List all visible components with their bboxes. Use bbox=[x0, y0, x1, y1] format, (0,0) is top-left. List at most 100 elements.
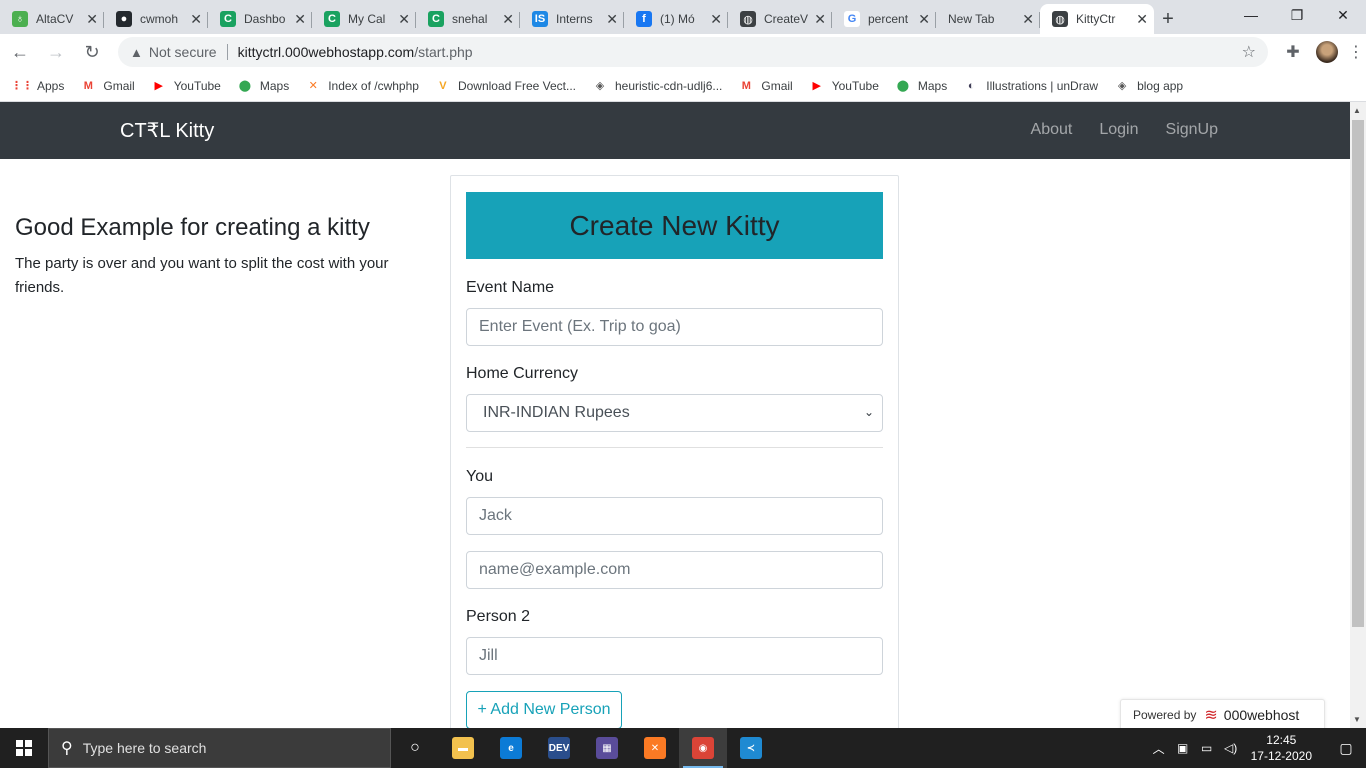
address-bar[interactable]: ▲ Not secure kittyctrl.000webhostapp.com… bbox=[118, 37, 1268, 67]
taskbar-search-placeholder: Type here to search bbox=[82, 740, 207, 756]
tab-title: Interns bbox=[556, 12, 593, 26]
event-name-label: Event Name bbox=[466, 279, 555, 296]
taskbar-xampp-icon[interactable]: ✕ bbox=[631, 728, 679, 768]
tab-close-icon[interactable]: ✕ bbox=[294, 11, 306, 28]
bookmark-item[interactable]: ⬤ Maps bbox=[895, 78, 948, 94]
taskbar-edge-icon[interactable]: e bbox=[487, 728, 535, 768]
tab-close-icon[interactable]: ✕ bbox=[606, 11, 618, 28]
page-scrollbar[interactable]: ▲ ▼ bbox=[1350, 102, 1366, 728]
powered-by-badge[interactable]: Powered by ≋ 000webhost bbox=[1120, 699, 1325, 728]
system-tray: ︿ ▣ ▭ ◁) 12:45 17-12-2020 ▢ bbox=[1147, 728, 1366, 768]
browser-tab[interactable]: Gpercent ✕ bbox=[832, 4, 936, 34]
nav-signup-link[interactable]: SignUp bbox=[1166, 121, 1218, 139]
tab-close-icon[interactable]: ✕ bbox=[1022, 11, 1034, 28]
bookmark-item[interactable]: ▶ YouTube bbox=[809, 78, 879, 94]
bookmark-item[interactable]: M Gmail bbox=[80, 78, 135, 94]
bookmark-item[interactable]: ◐ Illustrations | unDraw bbox=[963, 78, 1098, 94]
bookmark-label: heuristic-cdn-udlj6... bbox=[615, 78, 723, 93]
browser-tab[interactable]: New Tab ✕ bbox=[936, 4, 1040, 34]
browser-tab[interactable]: ♁ AltaCV ✕ bbox=[0, 4, 104, 34]
tab-favicon-icon: f bbox=[636, 11, 652, 27]
bookmark-item[interactable]: M Gmail bbox=[738, 78, 793, 94]
event-name-input[interactable]: Enter Event (Ex. Trip to goa) bbox=[466, 308, 883, 346]
bookmark-label: Download Free Vect... bbox=[457, 78, 576, 93]
000webhost-logo-icon: ≋ bbox=[1204, 707, 1218, 724]
browser-tab[interactable]: C My Cal ✕ bbox=[312, 4, 416, 34]
tab-close-icon[interactable]: ✕ bbox=[814, 11, 826, 28]
you-name-input[interactable]: Jack bbox=[466, 497, 883, 535]
browser-tab[interactable]: IS Interns ✕ bbox=[520, 4, 624, 34]
tab-title: (1) Mó bbox=[660, 12, 695, 26]
nav-login-link[interactable]: Login bbox=[1099, 121, 1138, 139]
close-window-icon[interactable]: ✕ bbox=[1320, 0, 1366, 30]
taskbar-dev-c-icon[interactable]: DEV bbox=[535, 728, 583, 768]
edge-glyph: e bbox=[500, 737, 522, 759]
extensions-puzzle-icon[interactable]: ✚ bbox=[1278, 42, 1308, 62]
tab-close-icon[interactable]: ✕ bbox=[190, 11, 202, 28]
notification-icon[interactable]: ▢ bbox=[1326, 740, 1366, 757]
minimize-icon[interactable]: — bbox=[1228, 0, 1274, 30]
bookmark-item[interactable]: ⋮⋮ Apps bbox=[11, 78, 64, 94]
powered-by-brand: 000webhost bbox=[1223, 707, 1300, 723]
tab-close-icon[interactable]: ✕ bbox=[502, 11, 514, 28]
start-button[interactable] bbox=[0, 728, 48, 768]
task-view-glyph: ○ bbox=[410, 739, 420, 756]
restore-icon[interactable]: ❐ bbox=[1274, 0, 1320, 30]
chrome-glyph: ◉ bbox=[692, 737, 714, 759]
person-2-name-input[interactable]: Jill bbox=[466, 637, 883, 675]
profile-avatar[interactable] bbox=[1316, 41, 1338, 63]
tray-volume-icon[interactable]: ◁) bbox=[1219, 741, 1243, 755]
site-brand[interactable]: CT₹L Kitty bbox=[120, 118, 214, 143]
new-tab-button[interactable]: + bbox=[1154, 4, 1182, 34]
bookmark-star-icon[interactable]: ☆ bbox=[1242, 42, 1256, 62]
forward-arrow-icon[interactable]: → bbox=[40, 36, 72, 68]
browser-tab[interactable]: ◍ CreateV ✕ bbox=[728, 4, 832, 34]
scroll-down-arrow-icon[interactable]: ▼ bbox=[1353, 715, 1361, 724]
browser-tab[interactable]: f (1) Mó ✕ bbox=[624, 4, 728, 34]
browser-toolbar: ← → ↻ ▲ Not secure kittyctrl.000webhosta… bbox=[0, 34, 1366, 70]
taskbar-chrome-icon[interactable]: ◉ bbox=[679, 728, 727, 768]
browser-tab[interactable]: Csnehal ✕ bbox=[416, 4, 520, 34]
tab-close-icon[interactable]: ✕ bbox=[398, 11, 410, 28]
search-icon: ⚲ bbox=[61, 740, 73, 757]
browser-tab[interactable]: ● cwmoh ✕ bbox=[104, 4, 208, 34]
bookmark-item[interactable]: ▶ YouTube bbox=[151, 78, 220, 94]
taskbar-db-app-icon[interactable]: ▦ bbox=[583, 728, 631, 768]
reload-icon[interactable]: ↻ bbox=[76, 36, 108, 68]
taskbar-clock[interactable]: 12:45 17-12-2020 bbox=[1251, 732, 1312, 764]
bookmark-item[interactable]: ◈ heuristic-cdn-udlj6... bbox=[592, 78, 723, 94]
youtube-icon: ▶ bbox=[154, 80, 163, 92]
tab-close-icon[interactable]: ✕ bbox=[86, 11, 98, 28]
bookmark-item[interactable]: ◈ blog app bbox=[1114, 78, 1183, 94]
tray-chevron-up-icon[interactable]: ︿ bbox=[1147, 740, 1171, 757]
home-currency-select[interactable]: INR-INDIAN Rupees ⌄ bbox=[466, 394, 883, 432]
youtube-icon: ▶ bbox=[812, 80, 821, 92]
browser-tab[interactable]: C Dashbo ✕ bbox=[208, 4, 312, 34]
tab-close-icon[interactable]: ✕ bbox=[710, 11, 722, 28]
add-new-person-button[interactable]: + Add New Person bbox=[466, 691, 622, 728]
address-separator bbox=[226, 44, 228, 60]
scrollbar-thumb[interactable] bbox=[1352, 120, 1364, 627]
powered-by-text: Powered by bbox=[1133, 708, 1197, 722]
tab-close-icon[interactable]: ✕ bbox=[1136, 11, 1148, 28]
browser-menu-icon[interactable]: ⋮ bbox=[1346, 42, 1366, 62]
you-email-input[interactable]: name@example.com bbox=[466, 551, 883, 589]
taskbar-search[interactable]: ⚲ Type here to search bbox=[48, 728, 391, 768]
back-arrow-icon[interactable]: ← bbox=[4, 36, 36, 68]
nav-about-link[interactable]: About bbox=[1031, 121, 1073, 139]
file-explorer-glyph: ▬ bbox=[452, 737, 474, 759]
taskbar-vscode-icon[interactable]: ≺ bbox=[727, 728, 775, 768]
bookmarks-bar: ⋮⋮ Apps M Gmail ▶ YouTube ⬤ Maps ✕ Index of /cwhp… bbox=[0, 70, 1366, 102]
bookmark-item[interactable]: ✕ Index of /cwhphp bbox=[305, 78, 419, 94]
tray-battery-icon[interactable]: ▭ bbox=[1195, 741, 1219, 755]
tab-close-icon[interactable]: ✕ bbox=[918, 11, 930, 28]
gmail-icon: M bbox=[83, 79, 93, 92]
db-app-glyph: ▦ bbox=[596, 737, 618, 759]
bookmark-item[interactable]: ⬤ Maps bbox=[237, 78, 290, 94]
taskbar-file-explorer-icon[interactable]: ▬ bbox=[439, 728, 487, 768]
browser-tab[interactable]: ◍ KittyCtr ✕ bbox=[1040, 4, 1154, 34]
scroll-up-arrow-icon[interactable]: ▲ bbox=[1353, 106, 1361, 115]
bookmark-item[interactable]: V Download Free Vect... bbox=[435, 78, 576, 94]
tray-network-icon[interactable]: ▣ bbox=[1171, 741, 1195, 755]
taskbar-task-view-icon[interactable]: ○ bbox=[391, 728, 439, 768]
